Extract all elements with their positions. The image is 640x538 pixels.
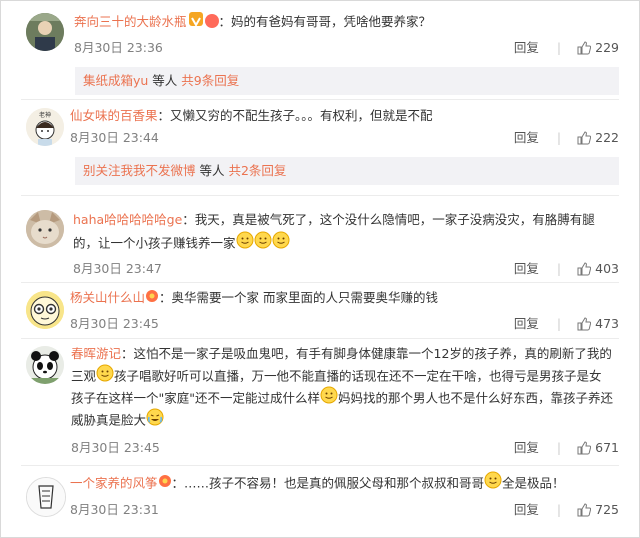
avatar[interactable] — [26, 346, 64, 384]
comment-text-line3b: 妈妈找的那个男人也不是什么好东西，靠孩子养还 — [338, 390, 614, 406]
comment-text: ：妈的有爸妈有哥哥，凭啥他要养家？ — [218, 14, 432, 29]
comment-time: 8月30日 23:31 — [70, 502, 159, 517]
like-count: 222 — [595, 130, 619, 145]
like-button[interactable]: 229 — [577, 40, 619, 55]
reply-button[interactable]: 回复 — [514, 261, 539, 276]
avatar[interactable] — [26, 210, 64, 248]
action-divider: | — [556, 316, 562, 331]
comment-time: 8月30日 23:47 — [73, 261, 162, 276]
like-button[interactable]: 222 — [577, 130, 619, 145]
like-count: 671 — [595, 440, 619, 455]
sub-reply-text: 等人 — [148, 73, 182, 88]
level-badge-icon — [204, 14, 219, 28]
avatar[interactable] — [26, 477, 66, 517]
comment-time: 8月30日 23:36 — [74, 40, 163, 55]
comment-time: 8月30日 23:45 — [71, 440, 160, 455]
comment-time: 8月30日 23:45 — [70, 316, 159, 331]
comment-text-line2: 的，让一个小孩子赚钱养一家 — [73, 235, 236, 251]
avatar[interactable]: 老神 — [26, 108, 64, 146]
smile-emoji-icon — [272, 231, 290, 257]
like-button[interactable]: 725 — [577, 502, 619, 517]
comment-text-line2b: 孩子唱歌好听可以直播，万一他不能直播的话现在还不一定在干啥，也得亏是男孩子是女 — [114, 368, 602, 384]
comment-text: ：又懒又穷的不配生孩子。。。有权利，但就是不配 — [157, 108, 433, 123]
comment-item: 奔向三十的大龄水瓶 ：妈的有爸妈有哥哥，凭啥他要养家？ 8月30日 23:36 回… — [1, 1, 639, 99]
like-count: 403 — [595, 261, 619, 276]
thumbs-up-icon — [577, 131, 592, 145]
reply-button[interactable]: 回复 — [514, 130, 539, 145]
more-replies-link[interactable]: 共9条回复 — [181, 73, 239, 88]
username-link[interactable]: haha哈哈哈哈哈ge — [73, 212, 182, 227]
sub-replies-box[interactable]: 别关注我我不发微博 等人 共2条回复 — [75, 157, 619, 185]
username-link[interactable]: 奔向三十的大龄水瓶 — [74, 14, 187, 29]
action-divider: | — [556, 130, 562, 145]
comment-text-line2: 三观 — [71, 368, 97, 384]
comment-text-line4: 威胁真是脸大 — [71, 412, 147, 428]
comment-text: ：……孩子不容易！也是真的佩服父母和那个叔叔和哥哥 — [171, 475, 485, 491]
smile-emoji-icon — [320, 386, 338, 412]
like-count: 725 — [595, 502, 619, 517]
reply-button[interactable]: 回复 — [514, 440, 539, 455]
action-divider: | — [556, 261, 562, 276]
svg-text:老神: 老神 — [39, 111, 51, 119]
thumbs-up-icon — [577, 441, 592, 455]
action-divider: | — [556, 40, 562, 55]
smile-emoji-icon — [484, 471, 502, 497]
avatar[interactable] — [26, 13, 64, 51]
more-replies-link[interactable]: 共2条回复 — [228, 163, 286, 178]
comment-text-end: 全是极品！ — [502, 475, 565, 491]
reply-button[interactable]: 回复 — [514, 40, 539, 55]
action-divider: | — [556, 502, 562, 517]
username-link[interactable]: 杨关山什么山 — [70, 290, 145, 305]
comment-text: ：奥华需要一个家 而家里面的人只需要奥华赚的钱 — [159, 290, 438, 305]
level-badge-icon — [158, 472, 172, 496]
thumbs-up-icon — [577, 262, 592, 276]
comment-time: 8月30日 23:44 — [70, 130, 159, 145]
comment-list: 奔向三十的大龄水瓶 ：妈的有爸妈有哥哥，凭啥他要养家？ 8月30日 23:36 回… — [0, 0, 640, 538]
sub-reply-user[interactable]: 别关注我我不发微博 — [83, 163, 196, 178]
reply-button[interactable]: 回复 — [514, 502, 539, 517]
comment-item: haha哈哈哈哈哈ge：我天，真是被气死了，这个没什么隐情吧，一家子没病没灾，有… — [1, 196, 639, 282]
comment-item: 春晖游记：这怕不是一家子是吸血鬼吧，有手有脚身体健康靠一个12岁的孩子养，真的刷… — [1, 339, 639, 464]
thumbs-up-icon — [577, 503, 592, 517]
smile-emoji-icon — [236, 231, 254, 257]
thumbs-up-icon — [577, 317, 592, 331]
comment-item: 老神 仙女味的百香果：又懒又穷的不配生孩子。。。有权利，但就是不配 8月30日 … — [1, 100, 639, 195]
thumbs-up-icon — [577, 41, 592, 55]
like-button[interactable]: 403 — [577, 261, 619, 276]
verified-badge-icon — [188, 12, 203, 28]
sub-replies-box[interactable]: 集纸成箱yu 等人 共9条回复 — [75, 67, 619, 95]
username-link[interactable]: 春晖游记 — [71, 346, 121, 361]
comment-text-line3: 孩子在这样一个"家庭"还不一定能过成什么样 — [71, 390, 320, 406]
like-count: 229 — [595, 40, 619, 55]
username-link[interactable]: 一个家养的风筝 — [70, 476, 158, 491]
action-divider: | — [556, 440, 562, 455]
like-count: 473 — [595, 316, 619, 331]
crying-laugh-emoji-icon — [146, 408, 164, 434]
comment-text-line1: ：我天，真是被气死了，这个没什么隐情吧，一家子没病没灾，有胳膊有腿 — [182, 212, 595, 227]
comment-item: 杨关山什么山 ：奥华需要一个家 而家里面的人只需要奥华赚的钱 8月30日 23:4… — [1, 283, 639, 338]
like-button[interactable]: 473 — [577, 316, 619, 331]
comment-item: 一个家养的风筝 ：……孩子不容易！也是真的佩服父母和那个叔叔和哥哥 全是极品！ 8月… — [1, 466, 639, 537]
avatar[interactable] — [26, 291, 64, 329]
reply-button[interactable]: 回复 — [514, 316, 539, 331]
username-link[interactable]: 仙女味的百香果 — [70, 108, 158, 123]
comment-text-line1: ：这怕不是一家子是吸血鬼吧，有手有脚身体健康靠一个12岁的孩子养，真的刷新了我的 — [121, 346, 612, 361]
sub-reply-user[interactable]: 集纸成箱yu — [83, 73, 148, 88]
level-badge-icon — [145, 287, 159, 311]
like-button[interactable]: 671 — [577, 440, 619, 455]
sub-reply-text: 等人 — [195, 163, 229, 178]
smile-emoji-icon — [254, 231, 272, 257]
